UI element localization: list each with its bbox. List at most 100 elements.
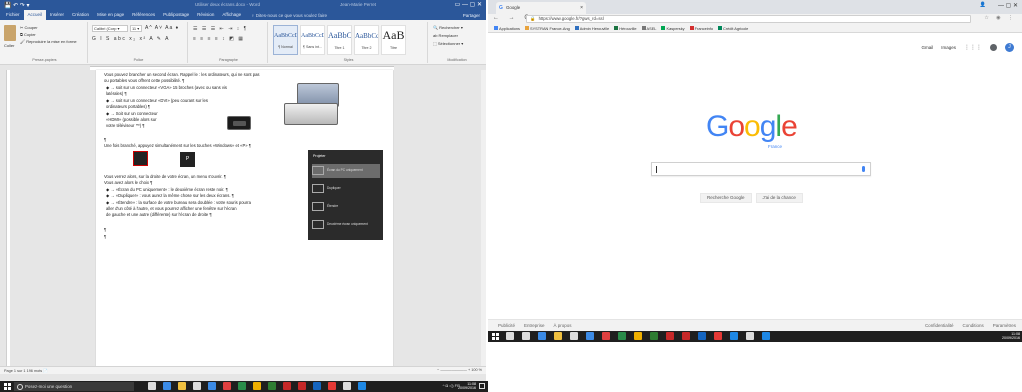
images-link[interactable]: Images xyxy=(941,45,956,50)
tab-design[interactable]: Création xyxy=(68,10,93,20)
taskbar-app-icon[interactable] xyxy=(602,332,610,340)
notifications-icon[interactable] xyxy=(990,44,997,51)
google-search-button[interactable]: Recherche Google xyxy=(700,193,752,203)
quick-access-toolbar[interactable]: 💾 ↶ ↷ ▾ xyxy=(4,2,30,9)
taskbar-app-icon[interactable] xyxy=(650,332,658,340)
taskbar-app-icon[interactable] xyxy=(554,332,562,340)
copy-button[interactable]: ⧉ Copier xyxy=(20,32,36,37)
taskbar-app-icon[interactable] xyxy=(193,382,201,390)
taskbar-app-icon[interactable] xyxy=(666,332,674,340)
taskbar-app-icon[interactable] xyxy=(698,332,706,340)
taskbar-app-icon[interactable] xyxy=(586,332,594,340)
cut-button[interactable]: ✂ Couper xyxy=(20,25,38,30)
bookmark-item[interactable]: Hérouville xyxy=(614,26,637,31)
taskbar-app-icon[interactable] xyxy=(358,382,366,390)
style-no-spacing[interactable]: AaBbCcDc ¶ Sans int... xyxy=(300,25,325,55)
taskbar-app-icon[interactable] xyxy=(634,332,642,340)
bookmark-item[interactable]: SYSTRAN France-Ang xyxy=(524,26,570,31)
vertical-scrollbar[interactable] xyxy=(481,70,486,366)
footer-link[interactable]: À propos xyxy=(554,323,572,328)
bookmark-item[interactable]: Admin Herouville xyxy=(574,26,609,31)
bookmark-item[interactable]: Crédit Agricole xyxy=(718,26,748,31)
taskbar-app-icon[interactable] xyxy=(746,332,754,340)
microphone-icon[interactable] xyxy=(862,166,865,172)
paste-icon[interactable] xyxy=(4,25,16,41)
style-normal[interactable]: AaBbCcDc ¶ Normal xyxy=(273,25,298,55)
taskbar-app-icon[interactable] xyxy=(714,332,722,340)
windows-start-icon[interactable] xyxy=(492,333,499,340)
taskbar-app-icon[interactable] xyxy=(238,382,246,390)
style-heading-1[interactable]: AaBbC Titre 1 xyxy=(327,25,352,55)
browser-tab[interactable]: G Google × xyxy=(496,2,586,14)
footer-link[interactable]: Entreprise xyxy=(524,323,545,328)
taskbar-app-icon[interactable] xyxy=(268,382,276,390)
action-center-icon[interactable] xyxy=(479,383,485,389)
font-size-dropdown[interactable]: 11 ▾ xyxy=(130,25,142,32)
vertical-ruler[interactable] xyxy=(6,70,10,366)
taskbar-app-icon[interactable] xyxy=(178,382,186,390)
tab-mailings[interactable]: Publipostage xyxy=(159,10,193,20)
taskbar-app-icon[interactable] xyxy=(730,332,738,340)
close-tab-icon[interactable]: × xyxy=(580,2,583,14)
taskbar-app-icon[interactable] xyxy=(506,332,514,340)
taskbar-app-icon[interactable] xyxy=(682,332,690,340)
taskbar-app-icon[interactable] xyxy=(253,382,261,390)
taskbar-clock[interactable]: 11:08 20/09/2016 xyxy=(458,382,476,390)
bookmark-item[interactable]: Applications xyxy=(494,26,520,31)
style-heading-2[interactable]: AaBbCc Titre 2 xyxy=(354,25,379,55)
taskbar-app-icon[interactable] xyxy=(283,382,291,390)
lucky-button[interactable]: J'ai de la chance xyxy=(755,193,803,203)
format-painter-button[interactable]: 🖌 Reproduire la mise en forme xyxy=(20,39,77,44)
taskbar-app-icon[interactable] xyxy=(163,382,171,390)
select-button[interactable]: ⬚ Sélectionner ▾ xyxy=(433,41,463,46)
replace-button[interactable]: ab Remplacer xyxy=(433,33,458,38)
taskbar-app-icon[interactable] xyxy=(762,332,770,340)
taskbar-app-icon[interactable] xyxy=(570,332,578,340)
taskbar-app-icon[interactable] xyxy=(298,382,306,390)
taskbar-app-icon[interactable] xyxy=(522,332,530,340)
taskbar-app-icon[interactable] xyxy=(208,382,216,390)
taskbar-app-icon[interactable] xyxy=(328,382,336,390)
taskbar-app-icon[interactable] xyxy=(538,332,546,340)
taskbar-app-icon[interactable] xyxy=(313,382,321,390)
account-avatar[interactable]: J xyxy=(1005,43,1014,52)
tab-layout[interactable]: Mise en page xyxy=(93,10,128,20)
person-icon[interactable]: 👤 xyxy=(980,2,986,9)
style-title[interactable]: AaB Titre xyxy=(381,25,406,55)
toolbar-actions[interactable]: ☆ ◉ ⋮ xyxy=(984,15,1016,21)
google-search-input[interactable] xyxy=(651,162,871,176)
window-controls[interactable]: ▭ — ▢ ✕ xyxy=(455,1,482,8)
signed-in-user[interactable]: Jean-Marie Perret xyxy=(340,2,376,7)
bookmark-item[interactable]: Franceinfo xyxy=(689,26,713,31)
tab-review[interactable]: Révision xyxy=(193,10,218,20)
tab-home[interactable]: Accueil xyxy=(23,10,47,20)
font-format-buttons[interactable]: G I S abc x₂ x² A ✎ A xyxy=(92,36,170,42)
taskbar-app-icon[interactable] xyxy=(618,332,626,340)
page-word-count[interactable]: Page 1 sur 1 196 mots 📄 xyxy=(4,368,48,373)
taskbar-app-icon[interactable] xyxy=(148,382,156,390)
share-button[interactable]: Partager xyxy=(463,13,480,18)
apps-grid-icon[interactable]: ⋮⋮⋮ xyxy=(964,44,982,51)
tab-insert[interactable]: Insérer xyxy=(46,10,68,20)
window-buttons[interactable]: — ▢ ✕ xyxy=(998,2,1018,9)
taskbar-app-icon[interactable] xyxy=(343,382,351,390)
taskbar-clock[interactable]: 11:08 20/09/2016 xyxy=(1002,332,1020,340)
font-name-dropdown[interactable]: Calibri (Corp ▾ xyxy=(92,25,128,32)
bookmark-item[interactable]: ASEL xyxy=(641,26,656,31)
bookmark-item[interactable]: Kaspersky xyxy=(661,26,685,31)
footer-link[interactable]: Conditions xyxy=(962,323,983,328)
tell-me-box[interactable]: ♀ Dites-nous ce que vous voulez faire xyxy=(251,13,327,18)
gmail-link[interactable]: Gmail xyxy=(921,45,933,50)
footer-link[interactable]: Paramètres xyxy=(993,323,1016,328)
alignment-buttons[interactable]: ≡ ≡ ≡ ≡ ↕ ◩ ▦ xyxy=(193,36,244,42)
footer-link[interactable]: Confidentialité xyxy=(925,323,954,328)
windows-start-icon[interactable] xyxy=(4,383,11,390)
footer-link[interactable]: Publicité xyxy=(498,323,515,328)
tab-file[interactable]: Fichier xyxy=(2,10,24,20)
tab-view[interactable]: Affichage xyxy=(218,10,245,20)
list-buttons[interactable]: ☰ ☰ ☰ ⇤ ⇥ ↕ ¶ xyxy=(193,26,248,32)
address-bar[interactable]: 🔒 https://www.google.fr/?gws_rd=ssl xyxy=(526,15,971,23)
document-page[interactable]: Vous pouvez brancher un second écran. Ra… xyxy=(96,70,393,368)
font-size-buttons[interactable]: A^ A˅ Aa ♦ xyxy=(145,25,179,31)
tab-references[interactable]: Références xyxy=(128,10,159,20)
